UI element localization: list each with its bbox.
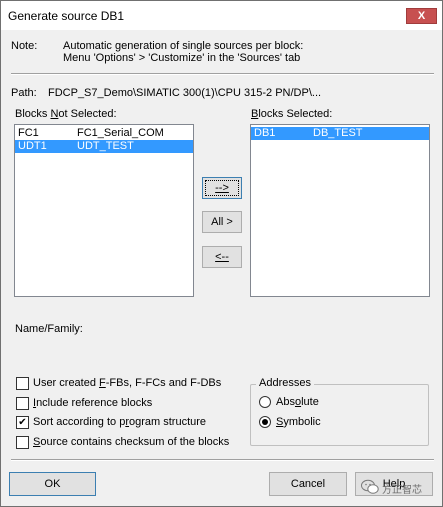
radio-symbolic-label: Symbolic bbox=[276, 416, 321, 428]
option-checkbox-reference-blocks[interactable] bbox=[16, 397, 29, 410]
list-item-selected[interactable]: DB1 DB_TEST bbox=[251, 127, 429, 140]
block-name: DB_TEST bbox=[313, 127, 363, 139]
list-item-selected[interactable]: UDT1 UDT_TEST bbox=[15, 140, 193, 153]
option-checkbox-checksum[interactable] bbox=[16, 436, 29, 449]
radio-absolute-label: Absolute bbox=[276, 396, 319, 408]
note-line-2: Menu 'Options' > 'Customize' in the 'Sou… bbox=[63, 52, 301, 64]
dialog-body: Note: Automatic generation of single sou… bbox=[6, 30, 437, 500]
add-all-button[interactable]: All > bbox=[202, 211, 242, 233]
blocks-not-selected-list[interactable]: FC1 FC1_Serial_COM UDT1 UDT_TEST bbox=[14, 124, 194, 297]
ok-label: OK bbox=[44, 478, 61, 490]
watermark-text: 方正智芯 bbox=[382, 485, 422, 496]
separator bbox=[11, 73, 434, 75]
radio-symbolic[interactable] bbox=[259, 416, 271, 428]
focus-rect bbox=[205, 180, 239, 196]
option-label-reference-blocks: Include reference blocks bbox=[33, 397, 153, 409]
addresses-group-title: Addresses bbox=[256, 377, 314, 389]
note-label: Note: bbox=[11, 40, 38, 52]
window-title: Generate source DB1 bbox=[8, 9, 125, 23]
checkmark-icon: ✔ bbox=[18, 417, 27, 428]
option-checkbox-sort-program-structure[interactable]: ✔ bbox=[16, 416, 29, 429]
blocks-selected-label: Blocks Selected: bbox=[251, 108, 333, 120]
option-label-checksum: Source contains checksum of the blocks bbox=[33, 436, 230, 448]
path-label: Path: bbox=[11, 87, 37, 99]
cancel-label: Cancel bbox=[290, 478, 326, 490]
option-label-sort-program-structure: Sort according to program structure bbox=[33, 416, 207, 428]
watermark: 方正智芯 bbox=[361, 475, 437, 499]
block-name: UDT_TEST bbox=[77, 140, 134, 152]
block-id: DB1 bbox=[254, 127, 276, 139]
ok-button[interactable]: OK bbox=[9, 472, 96, 496]
close-icon: X bbox=[417, 10, 426, 22]
block-id: UDT1 bbox=[18, 140, 47, 152]
footer-separator bbox=[11, 459, 434, 461]
path-value: FDCP_S7_Demo\SIMATIC 300(1)\CPU 315-2 PN… bbox=[48, 87, 322, 99]
dialog-window: Generate source DB1 X Note: Automatic ge… bbox=[0, 0, 443, 507]
block-name: FC1_Serial_COM bbox=[77, 127, 164, 139]
add-all-label: All > bbox=[211, 216, 233, 228]
title-bar[interactable]: Generate source DB1 X bbox=[1, 1, 442, 30]
block-id: FC1 bbox=[18, 127, 39, 139]
blocks-selected-list[interactable]: DB1 DB_TEST bbox=[250, 124, 430, 297]
remove-block-button[interactable]: <-- bbox=[202, 246, 242, 268]
wechat-icon bbox=[361, 479, 379, 494]
option-checkbox-f-blocks[interactable] bbox=[16, 377, 29, 390]
list-item[interactable]: FC1 FC1_Serial_COM bbox=[15, 127, 193, 140]
name-family-label: Name/Family: bbox=[15, 323, 83, 335]
option-label-f-blocks: User created F-FBs, F-FCs and F-DBs bbox=[33, 377, 222, 389]
addresses-group bbox=[250, 384, 429, 446]
radio-absolute[interactable] bbox=[259, 396, 271, 408]
close-button[interactable]: X bbox=[406, 8, 437, 24]
cancel-button[interactable]: Cancel bbox=[269, 472, 347, 496]
note-line-1: Automatic generation of single sources p… bbox=[63, 40, 304, 52]
remove-block-label: <-- bbox=[215, 251, 229, 263]
add-block-button[interactable]: --> bbox=[202, 177, 242, 199]
radio-selected-dot bbox=[262, 419, 268, 425]
blocks-not-selected-label: Blocks Not Selected: bbox=[15, 108, 117, 120]
